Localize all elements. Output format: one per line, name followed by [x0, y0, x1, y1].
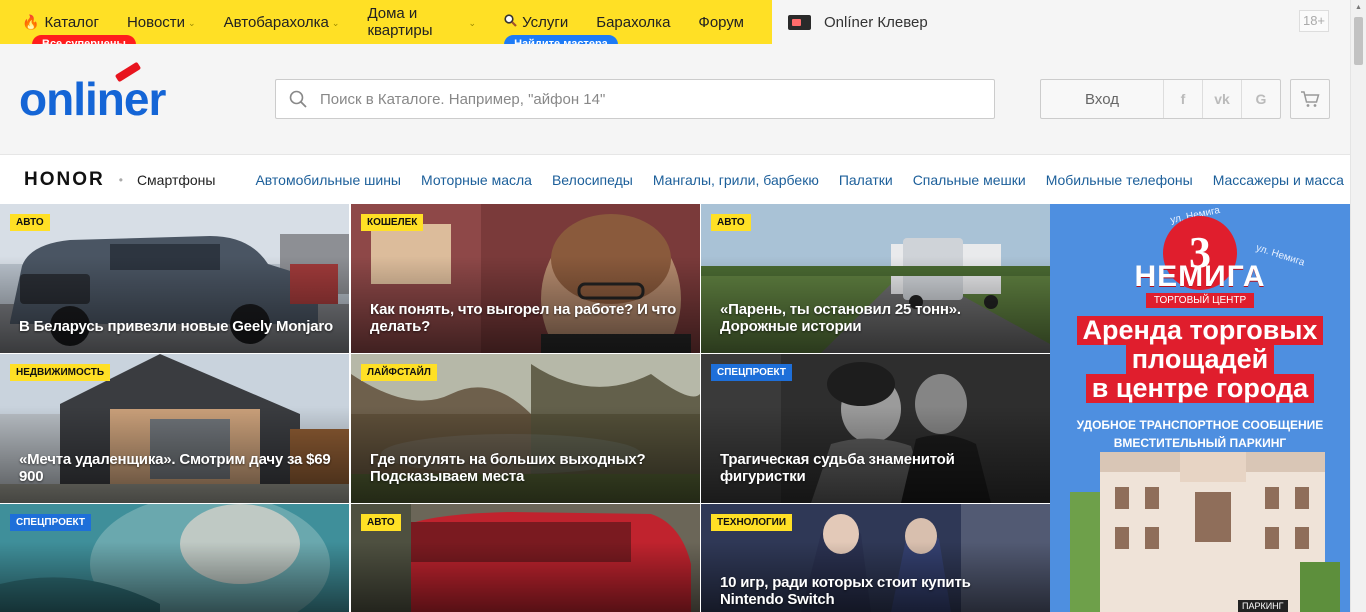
nav-forum[interactable]: Форум	[698, 0, 744, 44]
category-link[interactable]: Автомобильные шины	[255, 172, 401, 188]
cart-icon	[1301, 91, 1320, 107]
nav-forum-label: Форум	[698, 13, 744, 31]
scrollbar-thumb[interactable]	[1354, 17, 1363, 65]
news-grid: Авто В Беларусь привезли новые Geely Mon…	[0, 204, 1050, 612]
nav-news-label: Новости	[126, 13, 186, 31]
news-tile[interactable]: Авто	[351, 504, 700, 612]
ad-subtext: УДОБНОЕ ТРАНСПОРТНОЕ СООБЩЕНИЕ ВМЕСТИТЕЛ…	[1050, 416, 1350, 452]
rubric-badge[interactable]: Авто	[711, 214, 751, 231]
google-icon[interactable]: G	[1242, 80, 1280, 118]
tile-gradient	[351, 504, 700, 612]
rubric-badge[interactable]: Авто	[10, 214, 50, 231]
nav-baraholka[interactable]: Барахолка	[596, 0, 670, 44]
news-title[interactable]: 10 игр, ради которых стоит купить Ninten…	[720, 574, 1034, 608]
category-link[interactable]: Палатки	[839, 172, 893, 188]
chevron-down-icon: ⌄	[331, 17, 340, 28]
news-tile[interactable]: Технологии 10 игр, ради которых стоит ку…	[701, 504, 1050, 612]
brand-category[interactable]: Смартфоны	[137, 172, 216, 188]
news-title[interactable]: Как понять, что выгорел на работе? И что…	[370, 301, 684, 335]
flame-icon: 🔥	[22, 13, 40, 30]
rubric-badge[interactable]: Недвижимость	[10, 364, 111, 381]
search-icon	[504, 14, 517, 30]
card-icon	[788, 14, 811, 30]
facebook-icon[interactable]: f	[1164, 80, 1203, 118]
rubric-badge[interactable]: Спецпроект	[711, 364, 793, 381]
nav-autobaraholka-label: Автобарахолка	[223, 13, 329, 31]
building-image	[1070, 452, 1340, 612]
rubric-badge[interactable]: Кошелек	[361, 214, 424, 231]
rubric-badge[interactable]: Лайфстайл	[361, 364, 437, 381]
clever-label: Onlíner Клевер	[824, 13, 928, 31]
top-bar: 🔥 Каталог Все суперцены Новости ⌄ Автоба…	[0, 0, 1366, 54]
clever-link[interactable]: Onlíner Клевер	[788, 0, 928, 44]
ad-brand-sub: ТОРГОВЫЙ ЦЕНТР	[1146, 293, 1254, 308]
nav-realty-label: Дома и квартиры	[367, 5, 433, 39]
news-tile[interactable]: Авто В Беларусь привезли новые Geely Mon…	[0, 204, 349, 353]
ad-headline-line: в центре города	[1085, 374, 1315, 403]
nav-catalog-label: Каталог	[44, 13, 99, 31]
search-box[interactable]	[275, 79, 995, 119]
cart-button[interactable]	[1290, 79, 1330, 119]
category-link[interactable]: Мобильные телефоны	[1046, 172, 1193, 188]
search-input[interactable]	[320, 90, 994, 108]
news-tile[interactable]: Лайфстайл Где погулять на больших выходн…	[351, 354, 700, 503]
category-link[interactable]: Велосипеды	[552, 172, 633, 188]
search-icon	[276, 90, 320, 108]
separator-dot: •	[118, 172, 123, 187]
nav-catalog[interactable]: 🔥 Каталог Все суперцены	[22, 0, 136, 54]
nav-services-label: Услуги	[522, 13, 569, 31]
parking-sign: ПАРКИНГ	[1238, 600, 1288, 612]
news-tile[interactable]: Недвижимость «Мечта удаленщика». Смотрим…	[0, 354, 349, 503]
news-title[interactable]: «Парень, ты остановил 25 тонн». Дорожные…	[720, 301, 1034, 335]
auth-panel: Вход f vk G	[1040, 79, 1281, 119]
ad-headline: Аренда торговых площадей в центре города	[1066, 316, 1334, 403]
nav-services[interactable]: Услуги Найдите мастера	[504, 0, 618, 54]
scroll-up-icon[interactable]: ▲	[1355, 4, 1362, 11]
ad-subtext-line: ВМЕСТИТЕЛЬНЫЙ ПАРКИНГ	[1113, 436, 1287, 450]
onliner-logo[interactable]: onliner	[19, 61, 166, 125]
project-nav: 🔥 Каталог Все суперцены Новости ⌄ Автоба…	[0, 0, 772, 54]
nav-realty[interactable]: Дома и квартиры ⌄	[367, 0, 476, 44]
rubric-badge[interactable]: Авто	[361, 514, 401, 531]
news-tile[interactable]: Спецпроект	[0, 504, 349, 612]
rubric-badge[interactable]: Технологии	[711, 514, 793, 531]
nav-autobaraholka[interactable]: Автобарахолка ⌄	[224, 0, 340, 44]
news-title[interactable]: «Мечта удаленщика». Смотрим дачу за $69 …	[19, 451, 333, 485]
nav-news[interactable]: Новости ⌄	[127, 0, 196, 44]
age-badge: 18+	[1299, 10, 1329, 32]
scrollbar[interactable]: ▲	[1350, 0, 1366, 612]
logo-text: onliner	[19, 73, 166, 125]
category-strip: HONOR • Смартфоны Автомобильные шины Мот…	[0, 154, 1350, 204]
ad-banner[interactable]: ул. Немига ул. Немига 3 НЕМИГА ТОРГОВЫЙ …	[1050, 204, 1350, 612]
ad-subtext-line: УДОБНОЕ ТРАНСПОРТНОЕ СООБЩЕНИЕ	[1076, 418, 1324, 432]
vk-icon[interactable]: vk	[1203, 80, 1242, 118]
category-link[interactable]: Моторные масла	[421, 172, 532, 188]
category-link[interactable]: Массажеры и масса	[1213, 172, 1344, 188]
ad-headline-line: Аренда торговых	[1076, 316, 1324, 345]
news-title[interactable]: В Беларусь привезли новые Geely Monjaro	[19, 318, 333, 335]
header: onliner Вход f vk G	[0, 44, 1350, 154]
news-tile[interactable]: Кошелек Как понять, что выгорел на работ…	[351, 204, 700, 353]
category-link[interactable]: Спальные мешки	[913, 172, 1026, 188]
chevron-down-icon: ⌄	[188, 17, 196, 28]
news-title[interactable]: Где погулять на больших выходных? Подска…	[370, 451, 684, 485]
brand-logo[interactable]: HONOR	[24, 169, 105, 191]
ad-brand: НЕМИГА	[1134, 260, 1266, 293]
chevron-down-icon: ⌄	[468, 17, 477, 28]
nav-baraholka-label: Барахолка	[596, 13, 671, 31]
news-tile[interactable]: Авто «Парень, ты остановил 25 тонн». Дор…	[701, 204, 1050, 353]
category-link[interactable]: Мангалы, грили, барбекю	[653, 172, 819, 188]
ad-headline-line: площадей	[1125, 345, 1275, 374]
news-tile[interactable]: Спецпроект Трагическая судьба знаменитой…	[701, 354, 1050, 503]
rubric-badge[interactable]: Спецпроект	[10, 514, 92, 531]
login-button[interactable]: Вход	[1041, 80, 1164, 118]
news-title[interactable]: Трагическая судьба знаменитой фигуристки	[720, 451, 1034, 485]
